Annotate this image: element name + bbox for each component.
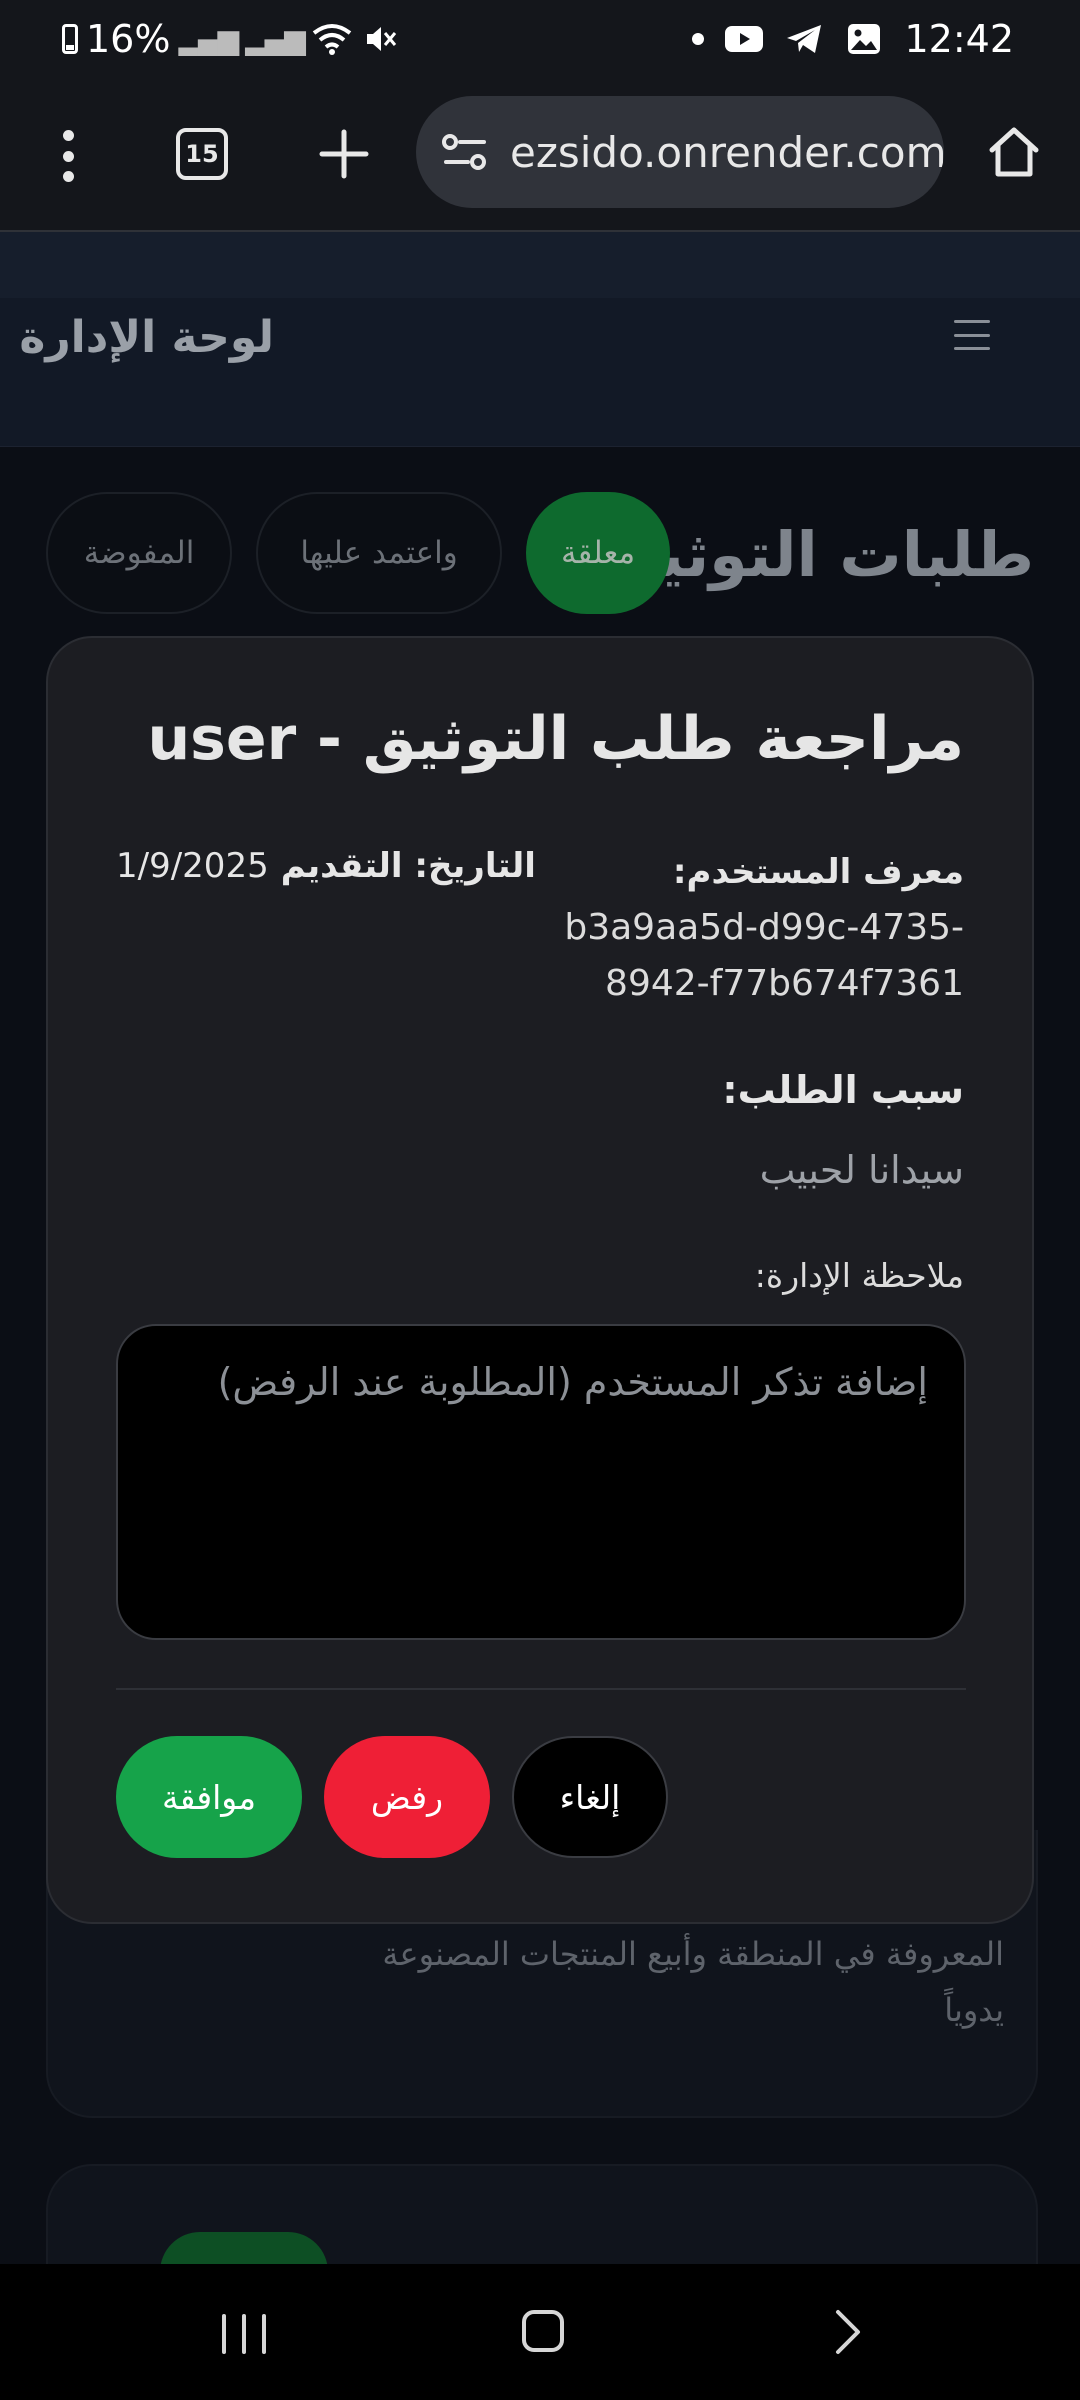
date-label: التاريخ: التقديم (280, 846, 536, 886)
reason-label: سبب الطلب: (722, 1068, 964, 1112)
recents-icon[interactable] (222, 2314, 266, 2354)
browser-toolbar: 15 ezsido.onrender.com (0, 80, 1080, 232)
telegram-icon (784, 24, 824, 54)
page-top-stripe (0, 232, 1080, 298)
system-nav-bar (0, 2264, 1080, 2400)
youtube-icon (724, 24, 764, 54)
filter-pending[interactable]: معلقة (526, 492, 670, 614)
approve-button[interactable]: موافقة (116, 1736, 302, 1858)
status-left: 16% ▂▄▆ ▂▄▆ (62, 14, 400, 64)
verification-review-modal: مراجعة طلب التوثيق - user معرف المستخدم:… (46, 636, 1034, 1924)
signal-icon: ▂▄▆ (178, 22, 239, 56)
mute-icon (360, 24, 400, 54)
status-right: 12:42 (692, 14, 1014, 64)
wifi-icon (312, 24, 352, 55)
hamburger-menu-icon[interactable] (954, 320, 990, 350)
modal-title: مراجعة طلب التوثيق - user (147, 704, 964, 774)
address-bar[interactable]: ezsido.onrender.com (416, 96, 944, 208)
admin-header: لوحة الإدارة (0, 298, 1080, 447)
back-icon[interactable] (826, 2308, 866, 2356)
reject-button[interactable]: رفض (324, 1736, 490, 1858)
status-bar: 16% ▂▄▆ ▂▄▆ 12:42 (0, 0, 1080, 80)
home-icon[interactable] (984, 122, 1044, 182)
tab-switcher-button[interactable]: 15 (176, 128, 228, 180)
signal-icon-2: ▂▄▆ (245, 22, 306, 56)
cancel-button[interactable]: إلغاء (512, 1736, 668, 1858)
clock: 12:42 (904, 17, 1014, 61)
admin-title: لوحة الإدارة (19, 312, 274, 363)
user-id-value: b3a9aa5d-d99c-4735-8942-f77b674f7361 (564, 907, 964, 1004)
battery-percent: 16% (86, 17, 171, 61)
user-id-label: معرف المستخدم: (672, 852, 964, 892)
reason-value: سيدانا لحبيب (759, 1148, 964, 1192)
new-tab-icon[interactable] (316, 126, 372, 182)
battery-icon (62, 24, 78, 54)
date-value: 1/9/2025 (116, 846, 269, 886)
site-settings-icon[interactable] (440, 129, 490, 175)
browser-menu-icon[interactable] (48, 130, 88, 182)
gallery-icon (844, 24, 884, 54)
notification-dot-icon (692, 33, 705, 45)
background-card-text: المعروفة في المنطقة وأبيع المنتجات المصن… (382, 1935, 1004, 2029)
modal-divider (116, 1688, 966, 1690)
submission-date: التاريخ: التقديم 1/9/2025 (116, 846, 536, 886)
home-nav-icon[interactable] (522, 2310, 564, 2352)
admin-note-label: ملاحظة الإدارة: (754, 1256, 964, 1295)
admin-note-input[interactable] (116, 1324, 966, 1640)
filter-rejected[interactable]: المفوضة (46, 492, 232, 614)
filter-approved[interactable]: واعتمد عليها (256, 492, 502, 614)
url-text: ezsido.onrender.com (510, 127, 944, 177)
